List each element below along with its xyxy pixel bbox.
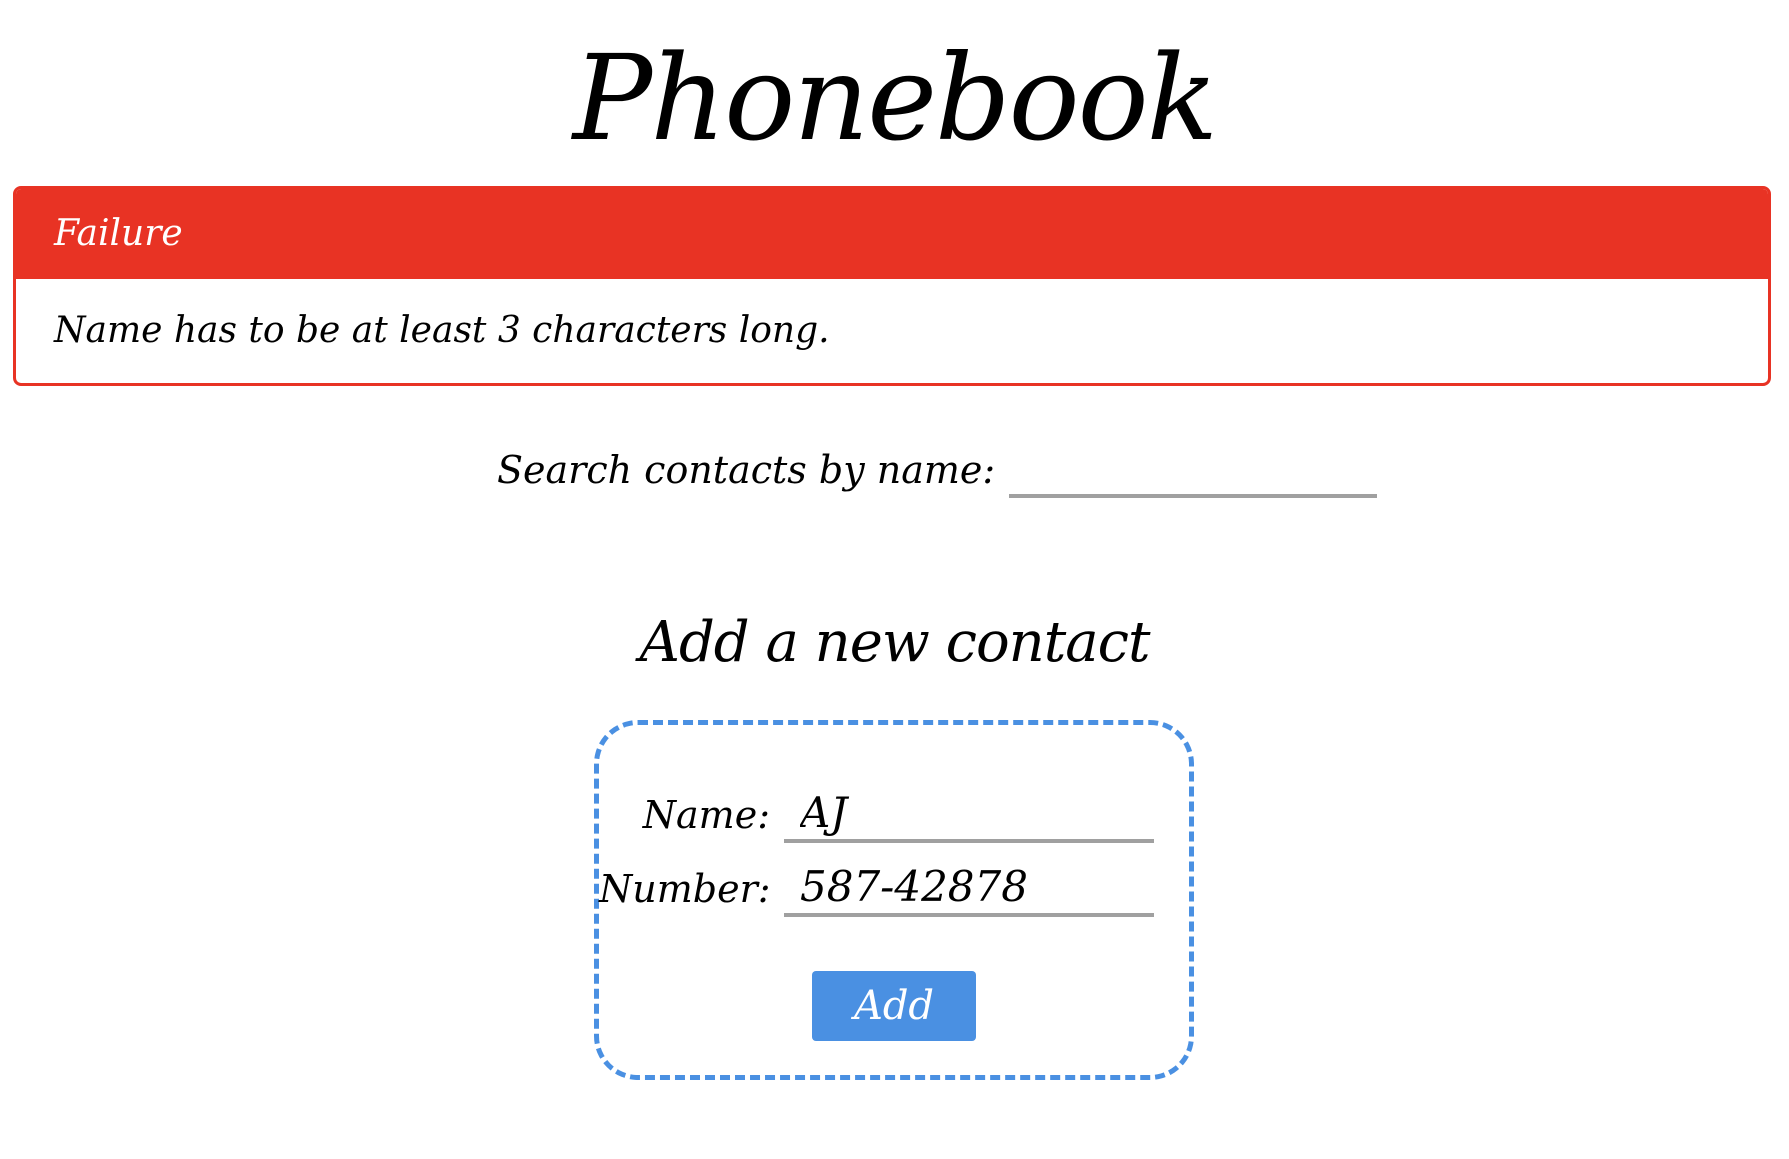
- notification-header: Failure: [16, 189, 1768, 279]
- page-title: Phonebook: [572, 29, 1218, 167]
- add-contact-form: Name: Number: Add: [594, 720, 1194, 1080]
- name-input[interactable]: [784, 785, 1154, 843]
- search-input[interactable]: [1009, 450, 1378, 498]
- number-label: Number:: [599, 867, 771, 911]
- number-input[interactable]: [784, 859, 1154, 917]
- search-row: Search contacts by name:: [497, 438, 1378, 498]
- add-button[interactable]: Add: [812, 971, 976, 1041]
- number-row: Number:: [599, 859, 1154, 917]
- search-label: Search contacts by name:: [497, 448, 996, 492]
- name-label: Name:: [642, 793, 770, 837]
- add-contact-title: Add a new contact: [639, 610, 1151, 675]
- name-row: Name:: [599, 785, 1154, 843]
- error-notification: Failure Name has to be at least 3 charac…: [13, 186, 1771, 386]
- notification-message: Name has to be at least 3 characters lon…: [54, 310, 830, 351]
